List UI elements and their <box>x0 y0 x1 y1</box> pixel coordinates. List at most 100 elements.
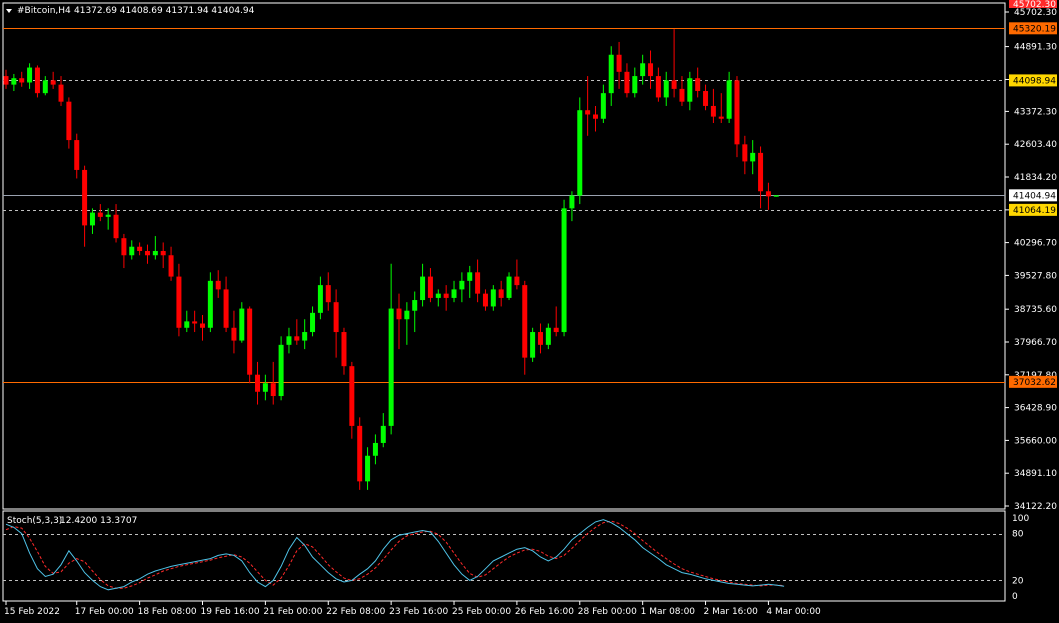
candle-body <box>121 238 127 256</box>
candle-body <box>585 110 591 115</box>
candle-body <box>66 101 72 141</box>
candle-body <box>152 250 158 256</box>
candle-body <box>239 308 245 341</box>
candle-body <box>105 214 111 217</box>
indicator-tick-label: 80 <box>1012 530 1024 540</box>
price-tick-label: 34122.20 <box>1014 502 1057 512</box>
candle-body <box>168 255 174 277</box>
candle-body <box>129 246 135 256</box>
indicator-name: Stoch(5,3,3) <box>7 516 62 526</box>
candle-body <box>160 250 166 256</box>
candle-body <box>372 442 378 456</box>
candle-body <box>42 80 48 94</box>
chart-svg[interactable]: #Bitcoin,H4 41372.69 41408.69 41371.94 4… <box>0 0 1059 623</box>
price-tags: 45320.19 44098.94 41404.94 41064.19 37032.62… <box>1009 0 1057 388</box>
candle-body <box>773 195 779 197</box>
candle-body <box>223 289 229 328</box>
candle-body <box>349 366 355 426</box>
price-tag-label: 44098.94 <box>1013 76 1056 86</box>
price-tick-label: 34891.10 <box>1014 469 1057 479</box>
top-price-tag-label: 45702.30 <box>1013 0 1056 10</box>
candle-body <box>11 78 17 85</box>
candle-body <box>302 332 308 341</box>
candle-body <box>247 308 253 375</box>
candle-body <box>703 91 709 106</box>
candle-body <box>215 280 221 290</box>
candle-body <box>561 208 567 333</box>
candle-body <box>655 76 661 98</box>
candle-body <box>553 327 559 333</box>
candle-body <box>750 152 756 162</box>
price-tick-label: 40296.70 <box>1014 239 1057 249</box>
candle-body <box>412 300 418 311</box>
candle-body <box>498 289 504 298</box>
indicator-values: 12.4200 13.3707 <box>60 516 137 526</box>
candle-body <box>317 285 323 313</box>
candle-body <box>278 344 284 397</box>
price-tag-label: 41404.94 <box>1013 191 1056 201</box>
candle-body <box>451 289 457 298</box>
price-tick-label: 42603.40 <box>1014 140 1057 150</box>
time-axis: 15 Feb 2022 17 Feb 00:00 18 Feb 08:00 19 Fe… <box>4 601 821 617</box>
price-tick-label: 44891.30 <box>1014 43 1057 53</box>
candle-body <box>600 93 606 119</box>
time-tick-label: 28 Feb 00:00 <box>578 607 637 617</box>
price-tick-label: 39527.80 <box>1014 271 1057 281</box>
candle-body <box>404 310 410 320</box>
candle-body <box>435 293 441 298</box>
candle-body <box>50 80 56 85</box>
candle-body <box>3 76 9 85</box>
candle-body <box>184 321 190 328</box>
symbol-label: #Bitcoin,H4 <box>17 6 71 16</box>
candle-body <box>726 80 732 119</box>
candle-body <box>710 105 716 117</box>
candle-body <box>663 80 669 98</box>
candle-body <box>207 280 213 328</box>
candle-body <box>695 78 701 92</box>
time-tick-label: 23 Feb 16:00 <box>389 607 448 617</box>
candle-body <box>310 312 316 333</box>
candle-body <box>687 78 693 102</box>
candle-body <box>608 54 614 94</box>
candle-body <box>231 327 237 341</box>
candle-body <box>734 80 740 145</box>
candle-body <box>765 191 771 197</box>
price-tag-label: 41064.19 <box>1013 206 1056 216</box>
indicator-tick-label: 20 <box>1012 576 1024 586</box>
candle-body <box>27 67 33 83</box>
candle-body <box>427 276 433 298</box>
candle-body <box>341 332 347 367</box>
price-panel-frame <box>2 2 1006 510</box>
chart-header: #Bitcoin,H4 41372.69 41408.69 41371.94 4… <box>6 6 255 16</box>
price-tag-label: 45320.19 <box>1013 24 1056 34</box>
candle-body <box>380 425 386 443</box>
time-tick-label: 1 Mar 08:00 <box>641 607 696 617</box>
time-tick-label: 18 Feb 08:00 <box>138 607 197 617</box>
candle-body <box>137 246 143 251</box>
time-tick-label: 4 Mar 00:00 <box>766 607 821 617</box>
candle-body <box>459 280 465 290</box>
candle-body <box>58 84 64 102</box>
candle-body <box>443 293 449 298</box>
candle-body <box>577 110 583 196</box>
candle-body <box>467 272 473 281</box>
price-tick-label: 36428.90 <box>1014 404 1057 414</box>
candle-body <box>593 114 598 119</box>
candle-body <box>176 276 182 328</box>
candle-body <box>537 332 543 345</box>
candle-body <box>82 169 88 226</box>
candle-body <box>113 214 119 239</box>
indicator-tick-label: 0 <box>1012 592 1018 602</box>
candle-body <box>97 212 103 217</box>
candle-body <box>758 152 764 192</box>
candle-body <box>34 67 40 94</box>
candle-body <box>262 383 268 392</box>
candle-body <box>545 327 551 345</box>
time-tick-label: 25 Feb 00:00 <box>452 607 511 617</box>
time-tick-label: 17 Feb 00:00 <box>75 607 134 617</box>
indicator-axis: 100 80 20 0 <box>1012 514 1029 602</box>
price-tick-label: 37966.70 <box>1014 338 1057 348</box>
candle-body <box>333 302 339 333</box>
candle-body <box>396 308 402 320</box>
time-tick-label: 22 Feb 08:00 <box>326 607 385 617</box>
